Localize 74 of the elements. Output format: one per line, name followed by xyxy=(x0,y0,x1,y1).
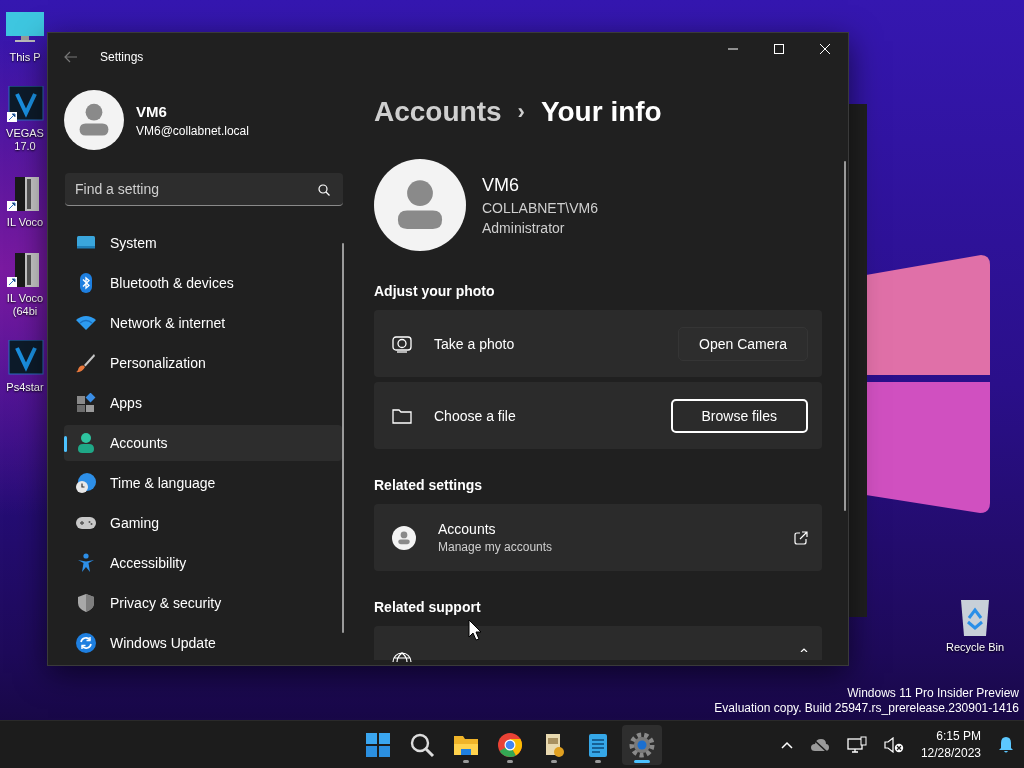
person-icon xyxy=(76,433,96,453)
video-editor-icon xyxy=(5,340,45,378)
nav-item[interactable]: Network & internet xyxy=(64,305,342,341)
section-heading: Related support xyxy=(374,599,482,615)
back-arrow-icon[interactable] xyxy=(64,51,78,63)
setting-description: Manage my accounts xyxy=(438,540,554,554)
desktop-icon-label: Ps4star xyxy=(6,381,44,394)
setting-title: Accounts xyxy=(438,521,497,537)
profile-name: VM6 xyxy=(482,174,520,196)
page-title: Your info xyxy=(540,96,662,128)
globe-clock-icon xyxy=(76,473,96,493)
avatar-icon xyxy=(392,525,416,550)
desktop-icon-label: Recycle Bin xyxy=(945,641,1005,654)
search-field[interactable]: Find a setting xyxy=(65,173,343,206)
wifi-icon xyxy=(76,313,96,333)
shield-icon xyxy=(76,593,96,613)
taskbar-button[interactable] xyxy=(622,724,662,765)
nav-item[interactable]: Time & language xyxy=(64,465,342,501)
action-button[interactable]: Open Camera xyxy=(678,326,808,361)
browser-icon xyxy=(496,730,524,759)
account-name: VM6 xyxy=(136,102,168,120)
nav-item[interactable]: Apps xyxy=(64,385,342,421)
account-avatar xyxy=(64,90,124,150)
setting-title: Choose a file xyxy=(434,407,517,424)
profile-role: Administrator xyxy=(482,219,566,236)
paintbrush-icon xyxy=(76,353,96,373)
nav-item[interactable]: System xyxy=(64,225,342,261)
breadcrumb-separator: › xyxy=(517,99,525,125)
nav-item[interactable]: Windows Update xyxy=(64,625,342,661)
profile-domain: COLLABNET\VM6 xyxy=(482,199,598,216)
sync-icon xyxy=(76,633,96,653)
clock-date: 12/28/2023 xyxy=(920,746,981,760)
folder-icon xyxy=(392,406,412,425)
maximize-icon[interactable] xyxy=(774,44,784,54)
nav-item[interactable]: Bluetooth & devices xyxy=(64,265,342,301)
build-info-text: Windows 11 Pro Insider Preview xyxy=(847,686,1019,700)
nav-item[interactable]: Privacy & security xyxy=(64,585,342,621)
breadcrumb-link[interactable]: Accounts xyxy=(374,96,502,128)
speaker-muted-icon[interactable] xyxy=(883,736,904,753)
chevron-up-icon[interactable] xyxy=(780,740,793,749)
cursor-icon xyxy=(468,619,482,641)
network-icon[interactable] xyxy=(846,735,867,754)
nav-item[interactable]: Personalization xyxy=(64,345,342,381)
nav-item[interactable]: Accounts xyxy=(64,425,342,461)
scrollbar[interactable] xyxy=(844,161,846,511)
external-link-icon[interactable] xyxy=(794,530,808,545)
bell-icon[interactable] xyxy=(998,735,1014,754)
video-editor-icon xyxy=(5,86,45,124)
chevron-icon xyxy=(800,648,808,652)
desktop-icon-label: IL Voco xyxy=(6,216,44,229)
cloud-offline-icon[interactable] xyxy=(809,737,830,752)
account-email: VM6@collabnet.local xyxy=(136,123,249,138)
nav-item[interactable]: Gaming xyxy=(64,505,342,541)
camera-icon xyxy=(392,334,412,353)
close-icon[interactable] xyxy=(820,44,830,54)
windows-logo-icon xyxy=(364,730,392,759)
desktop-icon-label: IL Voco (64bi xyxy=(5,292,45,318)
gear-icon xyxy=(628,730,656,759)
desktop-icon-label: VEGAS 17.0 xyxy=(5,127,45,153)
section-heading: Related settings xyxy=(374,477,484,493)
desktop-icon-label: This P xyxy=(9,51,41,64)
search-icon xyxy=(318,184,330,196)
accessibility-icon xyxy=(76,553,96,573)
apps-icon xyxy=(76,393,96,413)
window-title: Settings xyxy=(100,50,145,64)
nav-item[interactable]: Accessibility xyxy=(64,545,342,581)
action-button[interactable]: Browse files xyxy=(670,398,808,433)
selection-indicator xyxy=(64,436,67,452)
clock-time: 6:15 PM xyxy=(936,729,981,743)
scrollbar[interactable] xyxy=(342,243,344,633)
section-heading: Adjust your photo xyxy=(374,283,496,299)
setting-title: Take a photo xyxy=(434,335,516,352)
clock[interactable]: 6:15 PM 12/28/2023 xyxy=(920,729,981,760)
build-info-text: Evaluation copy. Build 25947.rs_prerelease.230901-1416 xyxy=(714,701,1019,715)
